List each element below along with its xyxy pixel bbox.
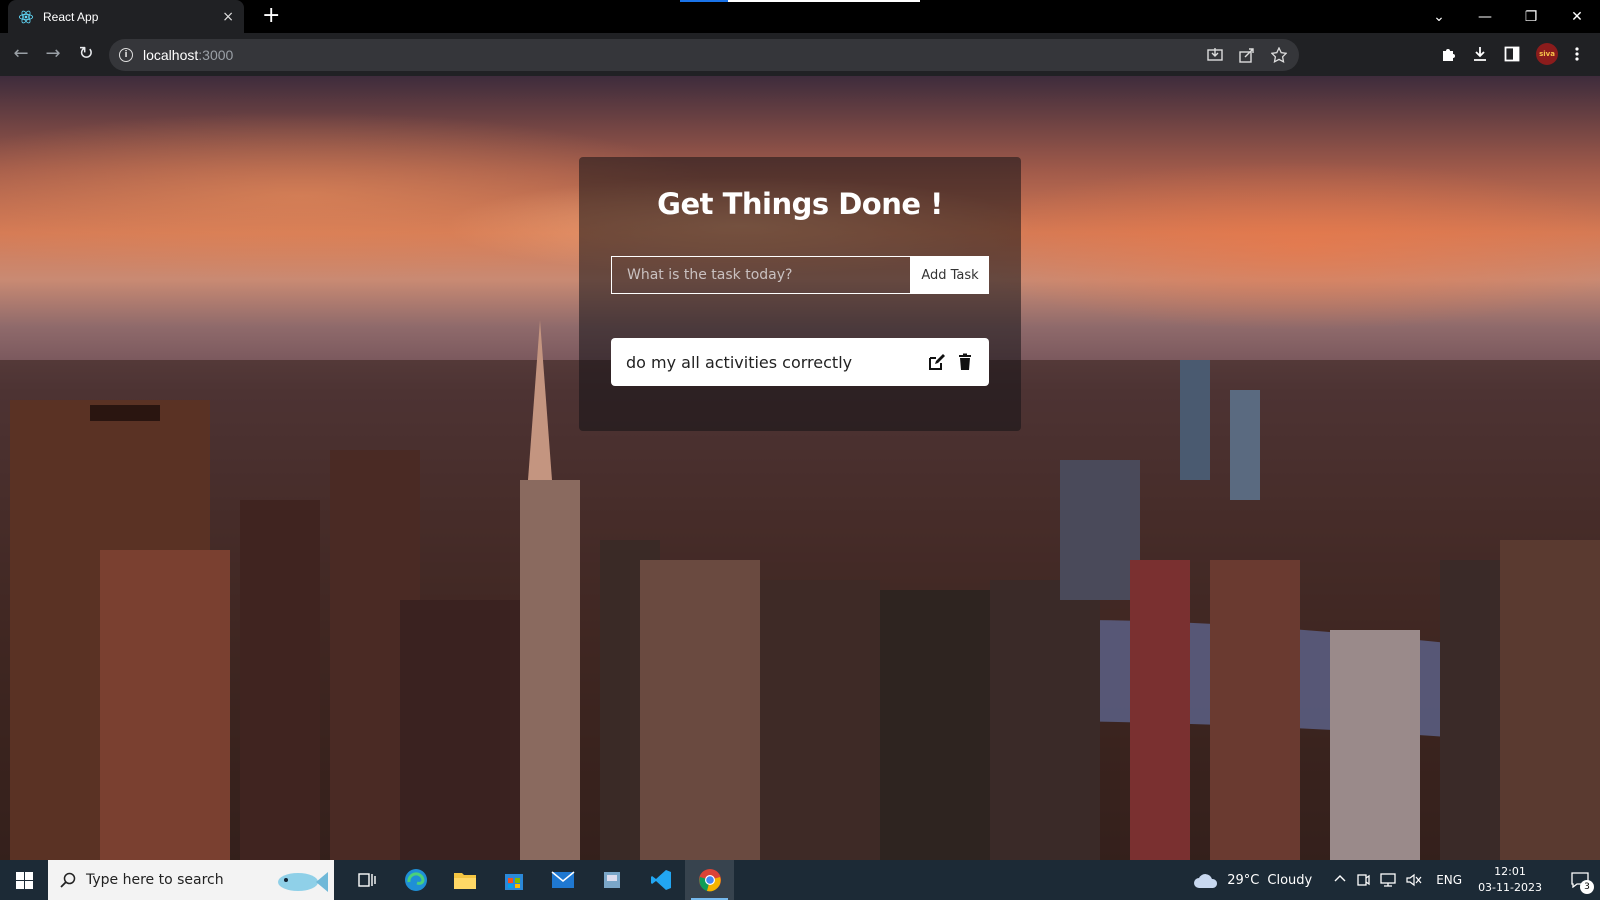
chrome-icon [698,869,721,892]
todo-item-text: do my all activities correctly [626,352,853,372]
start-button[interactable] [0,860,48,900]
todo-item-actions [928,353,974,371]
side-panel-icon[interactable] [1504,46,1520,62]
task-view-icon [357,873,376,887]
page-title: Get Things Done ! [657,187,943,221]
share-icon[interactable] [1239,47,1255,63]
task-input[interactable] [611,256,911,294]
network-icon[interactable] [1380,873,1396,887]
tab-close-icon[interactable]: × [222,9,234,25]
taskbar-edge[interactable] [391,860,440,900]
install-app-icon[interactable] [1207,47,1223,63]
browser-tab[interactable]: React App × [8,0,244,33]
mail-icon [551,871,574,888]
loading-strip [680,0,920,2]
react-logo-icon [18,10,34,23]
weather-widget[interactable]: 29°C Cloudy [1193,871,1312,889]
url-host: localhost [143,47,199,63]
url-port: :3000 [198,47,234,63]
windows-logo-icon [15,871,33,889]
weather-text: Cloudy [1267,872,1313,888]
omnibox-actions [1207,39,1287,71]
browser-titlebar: React App × + ⌄ — ❐ ✕ [0,0,1600,33]
weather-temp: 29°C [1227,872,1260,888]
back-button[interactable]: ← [9,43,33,64]
downloads-icon[interactable] [1472,46,1488,62]
todo-wrapper: Get Things Done ! Add Task do my all act… [579,157,1021,431]
tab-title: React App [43,9,99,24]
windows-taskbar: Type here to search 29°C Cloudy ENG 12:0… [0,860,1600,900]
profile-avatar[interactable]: siva [1536,43,1558,65]
folder-icon [453,873,476,889]
trash-icon[interactable] [956,353,974,371]
page-viewport: Get Things Done ! Add Task do my all act… [0,76,1600,860]
extension-icons: siva [1440,43,1580,65]
restore-button[interactable]: ❐ [1508,0,1554,33]
minimize-button[interactable]: — [1462,0,1508,33]
clock[interactable]: 12:01 03-11-2023 [1478,864,1542,896]
taskbar-search-placeholder: Type here to search [86,872,224,888]
tray-icons [1334,873,1422,887]
forward-button[interactable]: → [41,43,65,64]
tab-search-icon[interactable]: ⌄ [1416,0,1462,33]
clock-time: 12:01 [1494,865,1526,878]
taskbar-chrome[interactable] [685,860,734,900]
taskbar-mail[interactable] [538,860,587,900]
clock-date: 03-11-2023 [1478,881,1542,894]
menu-kebab-icon[interactable] [1574,46,1580,62]
add-task-button[interactable]: Add Task [911,256,989,294]
chevron-up-icon[interactable] [1334,873,1346,885]
installer-icon [603,872,620,888]
taskbar-search[interactable]: Type here to search [48,860,334,900]
taskbar-app-installer[interactable] [587,860,636,900]
search-highlight-icon [278,872,328,892]
address-bar[interactable]: i localhost :3000 [109,39,1299,71]
site-info-icon[interactable]: i [119,48,133,62]
search-icon [60,872,76,888]
browser-toolbar: ← → ↻ i localhost :3000 siva [0,33,1600,76]
meet-now-icon[interactable] [1356,873,1370,887]
taskbar-apps [342,860,734,900]
close-window-button[interactable]: ✕ [1554,0,1600,33]
reload-button[interactable]: ↻ [74,43,98,64]
taskbar-file-explorer[interactable] [440,860,489,900]
system-tray: 29°C Cloudy ENG 12:01 03-11-2023 3 [1193,860,1600,900]
taskbar-vscode[interactable] [636,860,685,900]
edit-icon[interactable] [928,353,946,371]
new-tab-button[interactable]: + [262,4,280,28]
speaker-muted-icon[interactable] [1406,873,1422,887]
language-indicator[interactable]: ENG [1436,873,1462,887]
store-icon [504,874,523,890]
notification-badge: 3 [1580,880,1594,894]
task-view-button[interactable] [342,860,391,900]
notification-center-button[interactable]: 3 [1560,860,1600,900]
task-form: Add Task [611,256,989,294]
todo-item: do my all activities correctly [611,338,989,386]
taskbar-store[interactable] [489,860,538,900]
window-controls: ⌄ — ❐ ✕ [1416,0,1600,33]
edge-icon [404,869,427,891]
extensions-puzzle-icon[interactable] [1440,46,1456,62]
vscode-icon [650,870,671,890]
cloud-icon [1194,874,1218,888]
bookmark-star-icon[interactable] [1271,47,1287,63]
